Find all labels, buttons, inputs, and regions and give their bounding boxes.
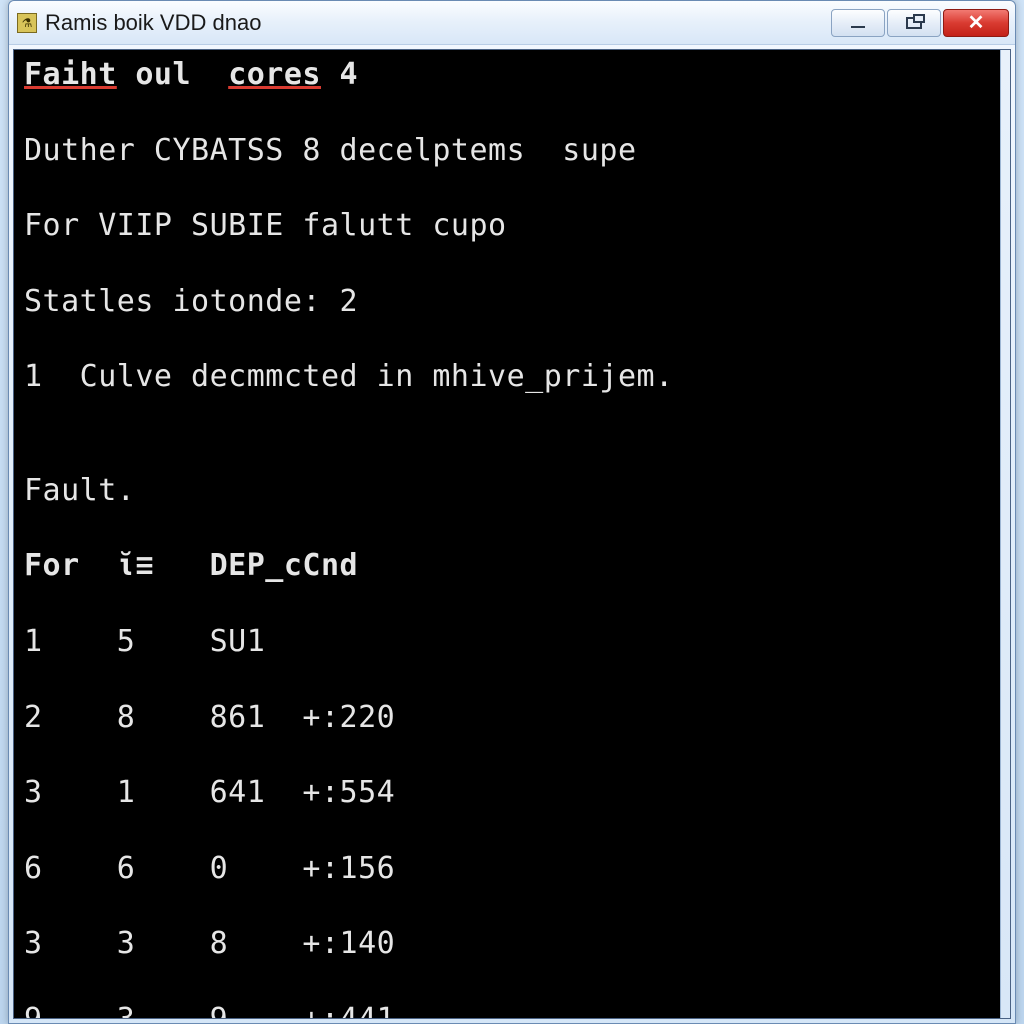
console-text: cores [228,57,321,92]
restore-icon [906,17,922,29]
app-window: ⚗ Ramis boik VDD dnao ✕ Faiht oul cores … [8,0,1016,1024]
console-text: Faiht [24,57,117,92]
close-button[interactable]: ✕ [943,9,1009,37]
maximize-button[interactable] [887,9,941,37]
minimize-button[interactable] [831,9,885,37]
table-row: 9 3 9 +:441 [24,1001,990,1019]
table-row: 1 5 SU1 [24,623,990,661]
close-icon: ✕ [968,10,985,35]
table-row: 3 1 641 +:554 [24,774,990,812]
app-icon: ⚗ [17,13,37,33]
window-controls: ✕ [831,9,1009,37]
titlebar[interactable]: ⚗ Ramis boik VDD dnao ✕ [9,1,1015,45]
console-text: oul [117,57,228,92]
scrollbar-vertical[interactable] [1000,50,1010,1018]
console-line: 1 Culve decmmcted in mhive_prijem. [24,358,990,396]
console-line: Statles iotonde: 2 [24,283,990,321]
client-area: Faiht oul cores 4 Duther CYBATSS 8 decel… [13,49,1011,1019]
console-line: Duther CYBATSS 8 decelptems supe [24,132,990,170]
console-output[interactable]: Faiht oul cores 4 Duther CYBATSS 8 decel… [14,50,1000,1018]
table-header: For ῐ≡ DEP_cCnd [24,547,990,585]
table-row: 6 6 0 +:156 [24,850,990,888]
minimize-icon [851,26,865,28]
console-text: 4 [321,57,358,92]
console-line: Fault. [24,472,990,510]
table-row: 2 8 861 +:220 [24,699,990,737]
console-line: For VIIP SUBIE falutt cupo [24,207,990,245]
window-title: Ramis boik VDD dnao [45,10,261,36]
table-row: 3 3 8 +:140 [24,925,990,963]
